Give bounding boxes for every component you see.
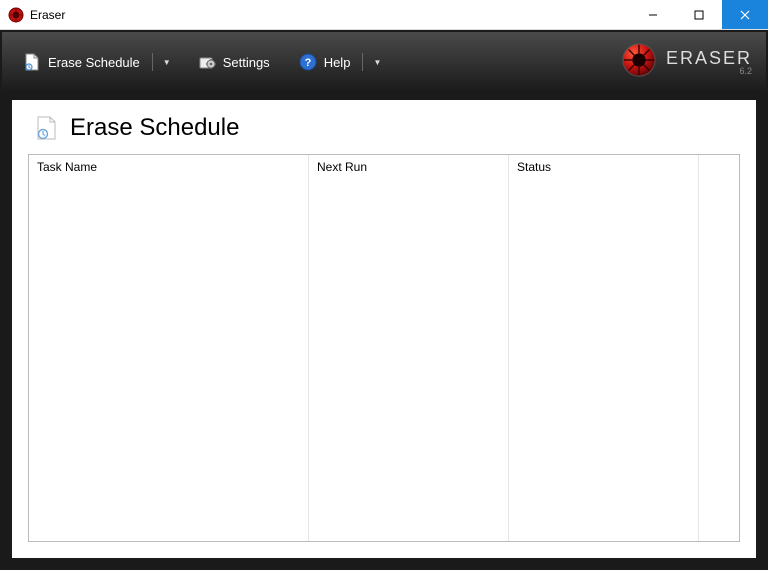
title-bar: Eraser xyxy=(0,0,768,30)
toolbar-divider xyxy=(152,53,153,71)
content-panel: Erase Schedule Task Name Next Run Status xyxy=(12,100,756,558)
erase-schedule-label: Erase Schedule xyxy=(48,55,140,70)
settings-label: Settings xyxy=(223,55,270,70)
app-chrome: Erase Schedule ▼ Settings xyxy=(0,30,768,570)
maximize-button[interactable] xyxy=(676,0,722,29)
grid-body[interactable] xyxy=(29,181,739,541)
brand-name: ERASER xyxy=(666,49,752,67)
document-icon xyxy=(22,52,42,72)
task-grid[interactable]: Task Name Next Run Status xyxy=(28,154,740,542)
schedule-page-icon xyxy=(34,115,60,141)
settings-button[interactable]: Settings xyxy=(191,48,276,76)
gear-icon xyxy=(197,52,217,72)
window-controls xyxy=(630,0,768,29)
svg-text:?: ? xyxy=(304,57,311,69)
app-icon xyxy=(8,7,24,23)
page-header: Erase Schedule xyxy=(34,114,740,142)
help-label: Help xyxy=(324,55,351,70)
help-dropdown[interactable]: ▼ xyxy=(369,56,385,69)
help-button[interactable]: ? Help xyxy=(292,48,357,76)
column-task-name[interactable]: Task Name xyxy=(29,155,309,181)
grid-header: Task Name Next Run Status xyxy=(29,155,739,181)
brand-version: 6.2 xyxy=(739,67,752,76)
toolbar-divider xyxy=(362,53,363,71)
window-title: Eraser xyxy=(30,8,630,22)
column-spacer xyxy=(699,155,739,181)
brand-logo: ERASER 6.2 xyxy=(620,41,752,84)
column-status[interactable]: Status xyxy=(509,155,699,181)
page-title: Erase Schedule xyxy=(70,114,239,142)
toolbar: Erase Schedule ▼ Settings xyxy=(2,32,766,92)
erase-schedule-dropdown[interactable]: ▼ xyxy=(159,56,175,69)
close-button[interactable] xyxy=(722,0,768,29)
minimize-button[interactable] xyxy=(630,0,676,29)
erase-schedule-button[interactable]: Erase Schedule xyxy=(16,48,146,76)
eraser-logo-icon xyxy=(620,41,658,84)
column-next-run[interactable]: Next Run xyxy=(309,155,509,181)
help-icon: ? xyxy=(298,52,318,72)
